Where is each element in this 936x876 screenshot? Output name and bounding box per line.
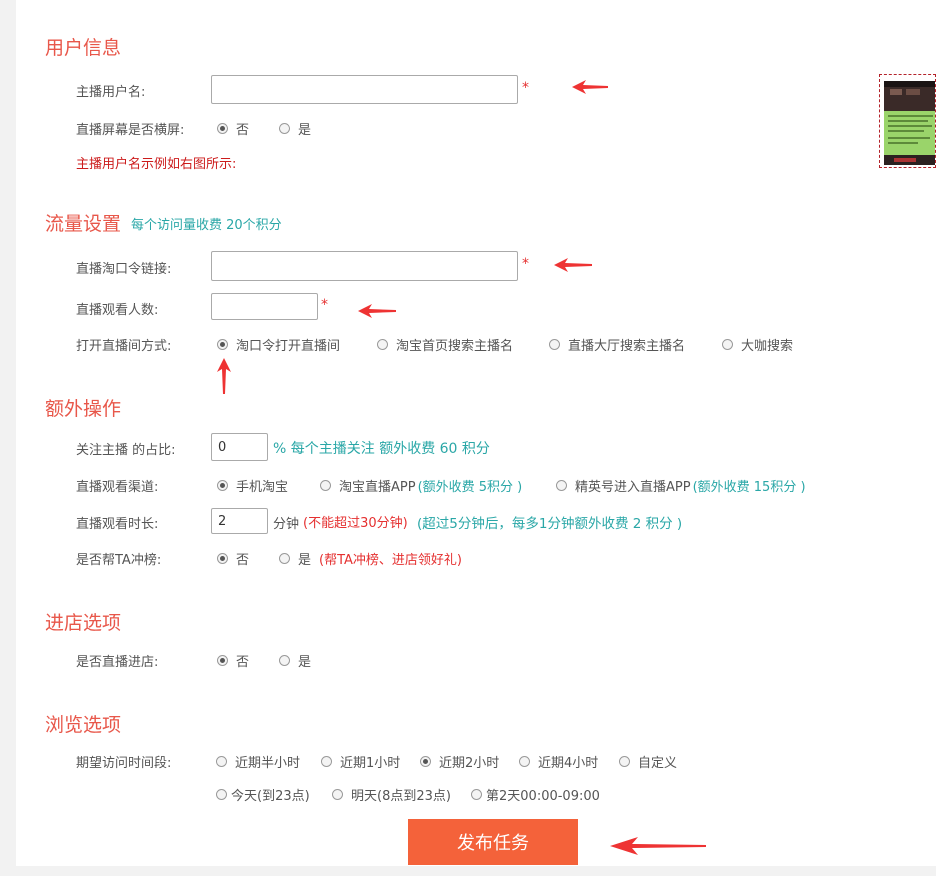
landscape-option-no[interactable]: 否 — [217, 119, 249, 138]
radio-checked-icon — [420, 756, 431, 767]
open-option-taokouling[interactable]: 淘口令打开直播间 — [217, 335, 340, 354]
publish-task-button[interactable]: 发布任务 — [408, 819, 578, 865]
radio-icon — [332, 789, 343, 800]
period-option-half-hour[interactable]: 近期半小时 — [216, 752, 300, 771]
radio-icon — [722, 339, 733, 350]
section-title-store: 进店选项 — [45, 612, 122, 634]
watch-duration-label: 直播观看时长: — [76, 517, 159, 532]
username-example-image — [879, 74, 936, 168]
visit-period-label: 期望访问时间段: — [76, 756, 172, 771]
username-input[interactable] — [211, 75, 518, 104]
section-title-user-info: 用户信息 — [45, 37, 122, 59]
period-option-4-hours[interactable]: 近期4小时 — [519, 752, 598, 771]
open-method-label: 打开直播间方式: — [76, 339, 172, 354]
open-option-daka-search[interactable]: 大咖搜索 — [722, 335, 793, 354]
enter-store-option-no[interactable]: 否 — [217, 651, 249, 670]
radio-checked-icon — [217, 655, 228, 666]
arrow-up-icon — [217, 358, 231, 394]
arrow-left-icon — [554, 258, 592, 272]
open-option-taobao-search[interactable]: 淘宝首页搜索主播名 — [377, 335, 513, 354]
traffic-price-note: 每个访问量收费 20个积分 — [131, 218, 282, 233]
radio-icon — [556, 480, 567, 491]
duration-unit: 分钟 — [273, 517, 300, 532]
radio-icon — [216, 756, 227, 767]
viewer-count-label: 直播观看人数: — [76, 303, 159, 318]
rank-boost-label: 是否帮TA冲榜: — [76, 553, 162, 568]
enter-store-label: 是否直播进店: — [76, 655, 159, 670]
follow-ratio-input[interactable] — [211, 433, 268, 461]
username-example-note: 主播用户名示例如右图所示: — [76, 157, 237, 172]
period-option-second-day[interactable]: 第2天00:00-09:00 — [471, 785, 600, 804]
rank-boost-note: (帮TA冲榜、进店领好礼) — [319, 553, 462, 568]
taokouling-link-label: 直播淘口令链接: — [76, 262, 172, 277]
channel-option-elite-account[interactable]: 精英号进入直播APP (额外收费 15积分 ) — [556, 476, 806, 495]
period-option-custom[interactable]: 自定义 — [619, 752, 677, 771]
taokouling-link-input[interactable] — [211, 251, 518, 281]
radio-icon — [279, 123, 290, 134]
radio-icon — [519, 756, 530, 767]
radio-icon — [321, 756, 332, 767]
radio-icon — [549, 339, 560, 350]
radio-icon — [279, 655, 290, 666]
watch-channel-label: 直播观看渠道: — [76, 480, 159, 495]
radio-checked-icon — [217, 123, 228, 134]
radio-checked-icon — [217, 339, 228, 350]
arrow-left-icon — [610, 837, 706, 855]
radio-icon — [216, 789, 227, 800]
radio-icon — [471, 789, 482, 800]
username-required-mark: * — [522, 80, 529, 96]
watch-duration-input[interactable] — [211, 508, 268, 534]
duration-limit-note: (不能超过30分钟) — [303, 516, 408, 531]
channel-option-mobile-taobao[interactable]: 手机淘宝 — [217, 476, 288, 495]
username-label: 主播用户名: — [76, 85, 146, 100]
section-title-browse: 浏览选项 — [45, 714, 122, 736]
radio-icon — [320, 480, 331, 491]
link-required-mark: * — [522, 256, 529, 272]
radio-checked-icon — [217, 553, 228, 564]
duration-price-note: (超过5分钟后，每多1分钟额外收费 2 积分 ) — [417, 516, 683, 532]
follow-price-note: % 每个主播关注 额外收费 60 积分 — [273, 441, 490, 457]
landscape-option-yes[interactable]: 是 — [279, 119, 311, 138]
period-option-2-hours[interactable]: 近期2小时 — [420, 752, 499, 771]
radio-checked-icon — [217, 480, 228, 491]
radio-icon — [279, 553, 290, 564]
viewer-count-input[interactable] — [211, 293, 318, 320]
section-title-extra: 额外操作 — [45, 398, 122, 420]
radio-icon — [619, 756, 630, 767]
arrow-left-icon — [358, 304, 396, 318]
period-option-tomorrow[interactable]: 明天(8点到23点) — [332, 785, 451, 804]
viewers-required-mark: * — [321, 297, 328, 313]
follow-ratio-label: 关注主播 的占比: — [76, 443, 176, 458]
section-title-traffic: 流量设置 — [45, 213, 122, 235]
period-option-1-hour[interactable]: 近期1小时 — [321, 752, 400, 771]
arrow-left-icon — [572, 80, 608, 94]
rank-option-yes[interactable]: 是 — [279, 549, 311, 568]
landscape-label: 直播屏幕是否横屏: — [76, 123, 185, 138]
period-option-today[interactable]: 今天(到23点) — [216, 785, 310, 804]
radio-icon — [377, 339, 388, 350]
open-option-hall-search[interactable]: 直播大厅搜索主播名 — [549, 335, 685, 354]
enter-store-option-yes[interactable]: 是 — [279, 651, 311, 670]
rank-option-no[interactable]: 否 — [217, 549, 249, 568]
channel-option-taobao-live-app[interactable]: 淘宝直播APP (额外收费 5积分 ) — [320, 476, 522, 495]
